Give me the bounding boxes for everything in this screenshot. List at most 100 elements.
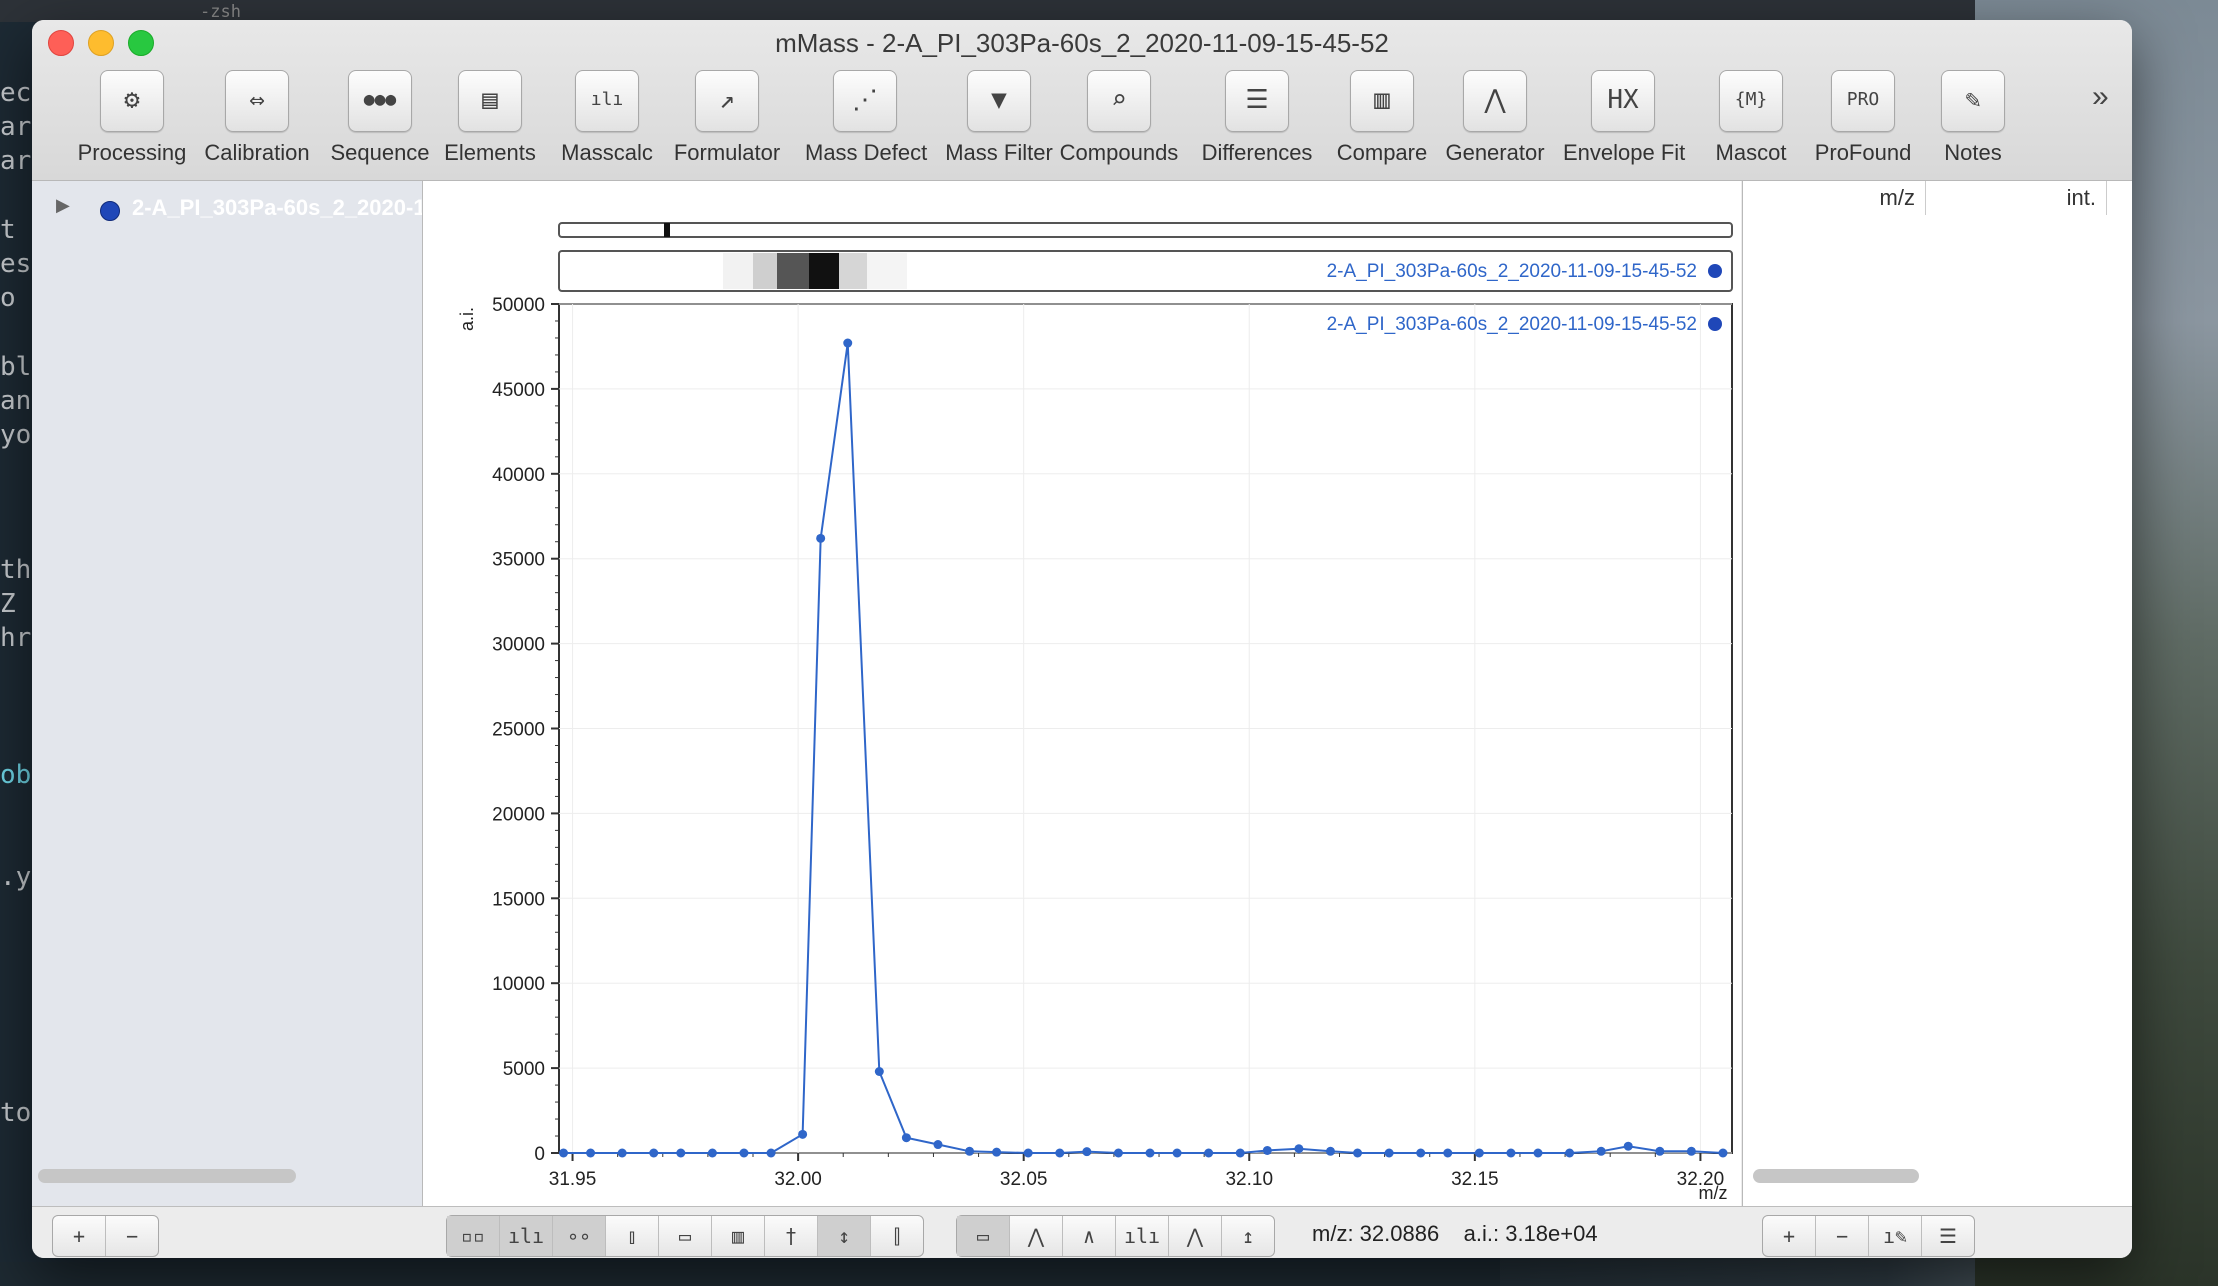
peak-labels-icon[interactable]: ∘∘ bbox=[553, 1216, 606, 1256]
toolbar-envelope-fit-button[interactable]: HX Envelope Fit bbox=[1563, 70, 1685, 166]
toolbar-sequence-button[interactable]: ●●● Sequence bbox=[320, 70, 440, 166]
toolbar-generator-button[interactable]: ⋀ Generator bbox=[1435, 70, 1555, 166]
label-envelope-icon[interactable]: ılı bbox=[1116, 1216, 1169, 1256]
data-point bbox=[1235, 1148, 1245, 1158]
ticks-toggle-icon[interactable]: ılı bbox=[500, 1216, 553, 1256]
gel-band bbox=[867, 253, 907, 289]
peaklist-column-mz[interactable]: m/z bbox=[1743, 181, 1926, 215]
cursor-mz-readout: m/z: 32.0886 bbox=[1312, 1221, 1440, 1246]
data-point bbox=[1416, 1148, 1426, 1158]
y-tick-label: 5000 bbox=[503, 1059, 545, 1080]
sequence-icon: ●●● bbox=[348, 70, 412, 132]
gel-band bbox=[753, 253, 777, 289]
terminal-line: hr bbox=[0, 623, 32, 653]
y-tick-label: 40000 bbox=[492, 465, 545, 486]
y-tick-label: 25000 bbox=[492, 720, 545, 741]
all-labels-icon[interactable]: ▭ bbox=[659, 1216, 712, 1256]
add-peak-button[interactable]: + bbox=[1763, 1216, 1816, 1256]
terminal-line: ar bbox=[0, 146, 32, 176]
mass-filter-icon: ▼ bbox=[967, 70, 1031, 132]
gel-band bbox=[777, 253, 809, 289]
notes-edit-icon[interactable]: ☰ bbox=[1922, 1216, 1974, 1256]
envelope-fit-icon: HX bbox=[1591, 70, 1655, 132]
toolbar-label: Generator bbox=[1445, 140, 1545, 165]
delete-label-icon[interactable]: ⋀ bbox=[1169, 1216, 1222, 1256]
desktop-bottom bbox=[0, 1262, 1500, 1286]
toolbar-label: Notes bbox=[1944, 140, 2002, 165]
labels-toggle-icon[interactable]: ▫▫ bbox=[447, 1216, 500, 1256]
terminal-line: o bbox=[0, 283, 16, 313]
toolbar-mass-defect-button[interactable]: ⋰ Mass Defect bbox=[805, 70, 927, 166]
terminal-line: th bbox=[0, 555, 32, 585]
differences-icon: ☰ bbox=[1225, 70, 1289, 132]
data-point bbox=[1023, 1148, 1033, 1158]
add-document-button[interactable]: + bbox=[53, 1216, 106, 1256]
tracker-icon[interactable]: † bbox=[765, 1216, 818, 1256]
data-point bbox=[1055, 1148, 1065, 1158]
gel-band bbox=[723, 253, 753, 289]
data-point bbox=[1596, 1146, 1606, 1156]
toolbar-differences-button[interactable]: ☰ Differences bbox=[1197, 70, 1317, 166]
terminal-tab-label[interactable]: -zsh bbox=[200, 2, 241, 22]
toolbar-label: Compare bbox=[1336, 140, 1428, 165]
label-peak-icon[interactable]: ⋀ bbox=[1010, 1216, 1063, 1256]
peaklist-column-int[interactable]: int. bbox=[1927, 181, 2107, 215]
toolbar-mascot-button[interactable]: {M} Mascot bbox=[1691, 70, 1811, 166]
data-point bbox=[1384, 1148, 1394, 1158]
offset-icon[interactable]: ↥ bbox=[1222, 1216, 1274, 1256]
toolbar-calibration-button[interactable]: ⇔ Calibration bbox=[197, 70, 317, 166]
normalize-icon[interactable]: ⫿ bbox=[871, 1216, 923, 1256]
overlap-icon[interactable]: ⫾ bbox=[606, 1216, 659, 1256]
x-tick-label: 32.10 bbox=[1225, 1169, 1273, 1190]
mmass-window: mMass - 2-A_PI_303Pa-60s_2_2020-11-09-15… bbox=[32, 20, 2132, 1258]
data-point bbox=[965, 1146, 975, 1156]
toolbar-formulator-button[interactable]: ↗ Formulator bbox=[667, 70, 787, 166]
terminal-tab-bar: -zsh bbox=[0, 0, 1975, 22]
toolbar-elements-button[interactable]: ▤ Elements bbox=[430, 70, 550, 166]
peak-edit-icon[interactable]: ı✎ bbox=[1869, 1216, 1922, 1256]
toolbar-label: Differences bbox=[1201, 140, 1313, 165]
terminal-line: .y bbox=[0, 862, 32, 892]
cursor-tools-group: ▭ ⋀ ∧ ılı ⋀ ↥ bbox=[956, 1215, 1275, 1257]
data-point bbox=[1443, 1148, 1453, 1158]
document-row[interactable]: ▶ 2-A_PI_303Pa-60s_2_2020-11-09-15-45-52 bbox=[32, 193, 422, 227]
toolbar-masscalc-button[interactable]: ılı Masscalc bbox=[547, 70, 667, 166]
overview-position-marker[interactable] bbox=[664, 223, 670, 237]
data-point bbox=[1533, 1148, 1543, 1158]
data-point bbox=[1686, 1146, 1696, 1156]
overview-strip[interactable] bbox=[558, 222, 1733, 238]
toolbar-notes-button[interactable]: ✎ Notes bbox=[1913, 70, 2033, 166]
data-point bbox=[901, 1133, 911, 1143]
ruler-icon[interactable]: ▭ bbox=[957, 1216, 1010, 1256]
data-point bbox=[1506, 1148, 1516, 1158]
toolbar-compounds-button[interactable]: ⌕ Compounds bbox=[1059, 70, 1179, 166]
toolbar-overflow-button[interactable]: » bbox=[2092, 80, 2109, 114]
gel-view-icon[interactable]: ▥ bbox=[712, 1216, 765, 1256]
data-point bbox=[707, 1148, 717, 1158]
mascot-icon: {M} bbox=[1719, 70, 1783, 132]
data-point bbox=[1623, 1141, 1633, 1151]
document-list-scrollbar[interactable] bbox=[38, 1169, 296, 1183]
terminal-line: bl bbox=[0, 352, 32, 382]
y-tick-label: 50000 bbox=[492, 295, 545, 316]
y-tick-label: 30000 bbox=[492, 635, 545, 656]
spectrum-chart[interactable]: 2-A_PI_303Pa-60s_2_2020-11-09-15-45-52 0 5… bbox=[423, 181, 1741, 1206]
remove-peak-button[interactable]: − bbox=[1816, 1216, 1869, 1256]
data-point bbox=[1565, 1148, 1575, 1158]
terminal-line: ec bbox=[0, 78, 32, 108]
toolbar-processing-button[interactable]: ⚙ Processing bbox=[72, 70, 192, 166]
autoscale-icon[interactable]: ↕ bbox=[818, 1216, 871, 1256]
y-axis-label: a.i. bbox=[457, 307, 477, 331]
window-title: mMass - 2-A_PI_303Pa-60s_2_2020-11-09-15… bbox=[775, 28, 1389, 58]
disclosure-triangle-icon[interactable]: ▶ bbox=[56, 195, 70, 216]
toolbar-compare-button[interactable]: ▥ Compare bbox=[1322, 70, 1442, 166]
data-point bbox=[874, 1066, 884, 1076]
remove-document-button[interactable]: − bbox=[106, 1216, 158, 1256]
toolbar-mass-filter-button[interactable]: ▼ Mass Filter bbox=[939, 70, 1059, 166]
data-point bbox=[1204, 1148, 1214, 1158]
toolbar-label: Formulator bbox=[673, 140, 781, 165]
peaklist-scrollbar[interactable] bbox=[1753, 1169, 1919, 1183]
toolbar-profound-button[interactable]: PRO ProFound bbox=[1803, 70, 1923, 166]
label-point-icon[interactable]: ∧ bbox=[1063, 1216, 1116, 1256]
elements-icon: ▤ bbox=[458, 70, 522, 132]
